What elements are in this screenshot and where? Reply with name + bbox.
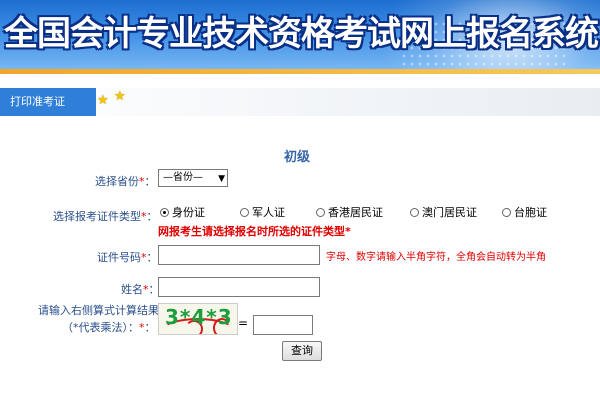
radio-taiwan-compatriot[interactable]: 台胞证 xyxy=(502,204,547,220)
name-label: 姓名*： xyxy=(121,283,160,296)
province-select[interactable]: —省份— ▼ xyxy=(158,169,228,187)
radio-button[interactable] xyxy=(316,207,325,217)
id-number-label-text: 证件号码 xyxy=(97,251,141,264)
page-title: 全国会计专业技术资格考试网上报名系统 xyxy=(4,14,599,54)
required-mark: * xyxy=(139,175,145,188)
captcha-equals-sign: = xyxy=(238,316,249,330)
required-mark: * xyxy=(345,225,351,238)
captcha-label-line2: （*代表乘法） xyxy=(62,321,128,334)
captcha-label: 请输入右侧算式计算结果 xyxy=(38,302,159,318)
radio-id-card[interactable]: 身份证 xyxy=(160,204,205,220)
query-button[interactable]: 查询 xyxy=(282,341,322,361)
captcha-text: 3*4*3 xyxy=(165,305,233,329)
id-number-hint: 字母、数字请输入半角字符，全角会自动转为半角 xyxy=(326,252,546,263)
province-select-value: —省份— xyxy=(163,172,203,183)
id-number-input[interactable] xyxy=(158,245,320,265)
radio-macau-resident[interactable]: 澳门居民证 xyxy=(410,204,477,220)
captcha-label-second-line: （*代表乘法）：*： xyxy=(62,321,156,334)
radio-military-id[interactable]: 军人证 xyxy=(240,204,285,220)
id-type-label: 选择报考证件类型*： xyxy=(53,210,158,223)
radio-button-selected[interactable] xyxy=(160,207,169,217)
name-label-text: 姓名 xyxy=(121,283,143,296)
required-mark: * xyxy=(141,251,147,264)
header-banner: 全国会计专业技术资格考试网上报名系统 xyxy=(0,0,600,74)
radio-label: 香港居民证 xyxy=(328,206,383,219)
required-mark: * xyxy=(141,210,147,223)
star-icon: ★ xyxy=(97,93,109,108)
required-mark: * xyxy=(139,321,145,334)
chevron-down-icon: ▼ xyxy=(218,174,225,184)
id-type-label-text: 选择报考证件类型 xyxy=(53,210,141,223)
radio-label: 澳门居民证 xyxy=(422,206,477,219)
required-mark: * xyxy=(143,283,149,296)
id-number-label: 证件号码*： xyxy=(97,251,158,264)
radio-button[interactable] xyxy=(240,207,249,217)
radio-label: 台胞证 xyxy=(514,206,547,219)
id-type-warning: 网报考生请选择报名时所选的证件类型* xyxy=(158,223,351,239)
captcha-label-line1: 请输入右侧算式计算结果 xyxy=(38,304,159,317)
captcha-image[interactable]: 3*4*3 xyxy=(158,303,238,335)
tab-print-admission-ticket[interactable]: 打印准考证 xyxy=(0,88,96,116)
id-type-warning-text: 网报考生请选择报名时所选的证件类型 xyxy=(158,225,345,238)
province-label-text: 选择省份 xyxy=(95,175,139,188)
radio-label: 身份证 xyxy=(172,206,205,219)
radio-button[interactable] xyxy=(410,207,419,217)
star-icon: ★ xyxy=(114,89,126,104)
radio-label: 军人证 xyxy=(252,206,285,219)
radio-hongkong-resident[interactable]: 香港居民证 xyxy=(316,204,383,220)
captcha-answer-input[interactable] xyxy=(253,315,313,335)
name-input[interactable] xyxy=(158,277,320,297)
province-label: 选择省份*： xyxy=(95,175,156,188)
radio-button[interactable] xyxy=(502,207,511,217)
banner-accent-strip xyxy=(0,69,600,74)
tab-bar: 打印准考证 ★ ★ xyxy=(0,88,600,116)
level-title: 初级 xyxy=(284,150,311,165)
